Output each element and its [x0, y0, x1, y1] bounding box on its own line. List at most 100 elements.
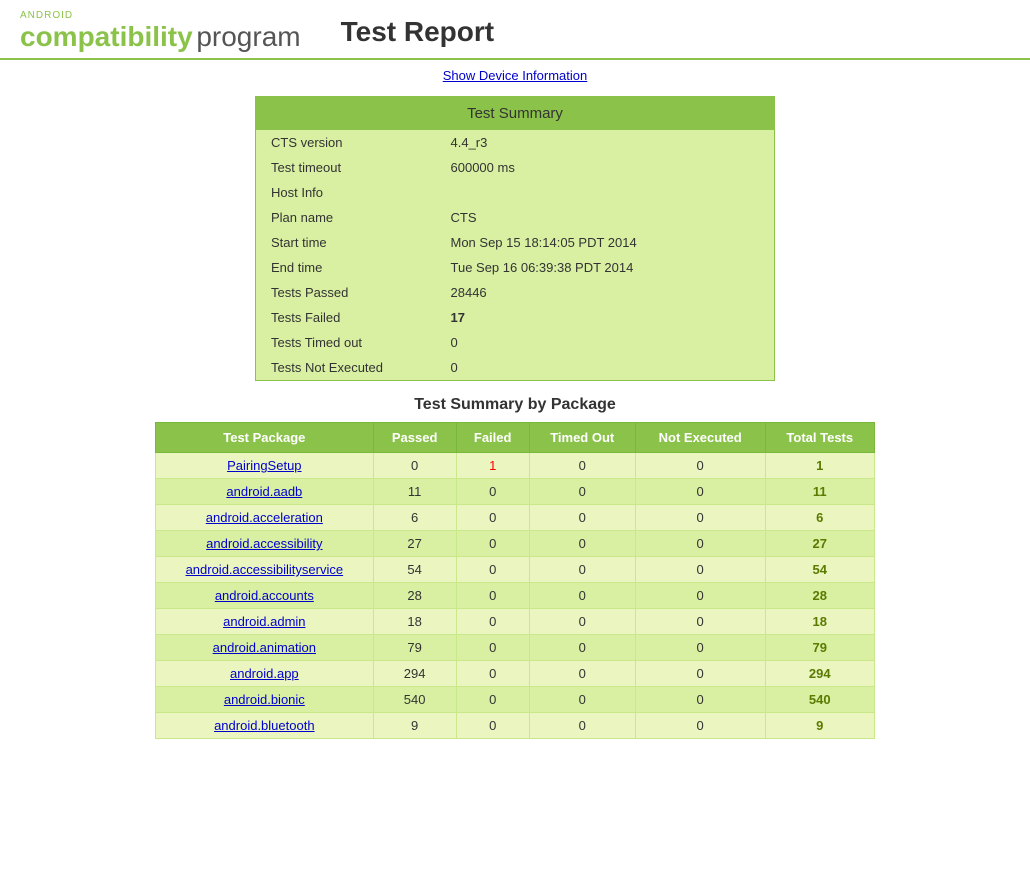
- pkg-timedout: 0: [529, 661, 635, 687]
- pkg-total: 27: [765, 531, 874, 557]
- pkg-notexec: 0: [635, 583, 765, 609]
- table-row: android.accessibilityservice5400054: [156, 557, 875, 583]
- pkg-total: 54: [765, 557, 874, 583]
- android-label: ANDROID: [20, 10, 301, 21]
- pkg-failed: 0: [456, 531, 529, 557]
- pkg-notexec: 0: [635, 609, 765, 635]
- summary-row: Tests Not Executed0: [256, 355, 775, 381]
- pkg-table-container: Test PackagePassedFailedTimed OutNot Exe…: [0, 422, 1030, 739]
- pkg-name[interactable]: android.accessibilityservice: [156, 557, 374, 583]
- pkg-col-header: Total Tests: [765, 423, 874, 453]
- pkg-name[interactable]: android.admin: [156, 609, 374, 635]
- summary-label: Tests Not Executed: [256, 355, 436, 381]
- summary-label: Plan name: [256, 205, 436, 230]
- page-title: Test Report: [341, 16, 495, 48]
- summary-value: CTS: [436, 205, 775, 230]
- pkg-passed: 28: [373, 583, 456, 609]
- summary-table: Test Summary CTS version4.4_r3Test timeo…: [255, 96, 775, 381]
- pkg-total: 1: [765, 453, 874, 479]
- pkg-timedout: 0: [529, 583, 635, 609]
- pkg-total: 18: [765, 609, 874, 635]
- pkg-failed: 0: [456, 609, 529, 635]
- pkg-col-header: Failed: [456, 423, 529, 453]
- pkg-notexec: 0: [635, 635, 765, 661]
- summary-row: Tests Failed17: [256, 305, 775, 330]
- pkg-notexec: 0: [635, 687, 765, 713]
- pkg-name[interactable]: android.bionic: [156, 687, 374, 713]
- summary-container: Test Summary CTS version4.4_r3Test timeo…: [0, 96, 1030, 381]
- table-row: android.accounts2800028: [156, 583, 875, 609]
- pkg-failed: 0: [456, 557, 529, 583]
- pkg-notexec: 0: [635, 661, 765, 687]
- pkg-timedout: 0: [529, 479, 635, 505]
- pkg-passed: 6: [373, 505, 456, 531]
- pkg-notexec: 0: [635, 453, 765, 479]
- pkg-name[interactable]: android.acceleration: [156, 505, 374, 531]
- logo-program: program: [196, 21, 300, 52]
- pkg-total: 294: [765, 661, 874, 687]
- summary-label: Test timeout: [256, 155, 436, 180]
- table-row: android.app294000294: [156, 661, 875, 687]
- pkg-total: 540: [765, 687, 874, 713]
- pkg-name[interactable]: android.accounts: [156, 583, 374, 609]
- summary-value: 0: [436, 355, 775, 381]
- pkg-total: 6: [765, 505, 874, 531]
- logo-compat: compatibility: [20, 21, 193, 52]
- summary-row: End timeTue Sep 16 06:39:38 PDT 2014: [256, 255, 775, 280]
- summary-value: [436, 180, 775, 205]
- summary-row: Plan nameCTS: [256, 205, 775, 230]
- pkg-name[interactable]: android.accessibility: [156, 531, 374, 557]
- summary-label: Tests Failed: [256, 305, 436, 330]
- pkg-notexec: 0: [635, 505, 765, 531]
- pkg-total: 11: [765, 479, 874, 505]
- pkg-name[interactable]: android.app: [156, 661, 374, 687]
- pkg-name[interactable]: android.bluetooth: [156, 713, 374, 739]
- pkg-failed: 0: [456, 479, 529, 505]
- table-row: android.admin1800018: [156, 609, 875, 635]
- pkg-col-header: Passed: [373, 423, 456, 453]
- pkg-timedout: 0: [529, 609, 635, 635]
- table-row: android.acceleration60006: [156, 505, 875, 531]
- pkg-failed: 0: [456, 713, 529, 739]
- summary-value: 600000 ms: [436, 155, 775, 180]
- header: ANDROID compatibility program Test Repor…: [0, 0, 1030, 60]
- pkg-notexec: 0: [635, 479, 765, 505]
- pkg-name[interactable]: android.aadb: [156, 479, 374, 505]
- pkg-name[interactable]: PairingSetup: [156, 453, 374, 479]
- pkg-name[interactable]: android.animation: [156, 635, 374, 661]
- pkg-timedout: 0: [529, 713, 635, 739]
- device-info-link[interactable]: Show Device Information: [443, 68, 588, 83]
- pkg-passed: 27: [373, 531, 456, 557]
- pkg-total: 28: [765, 583, 874, 609]
- summary-label: Tests Passed: [256, 280, 436, 305]
- pkg-passed: 18: [373, 609, 456, 635]
- pkg-passed: 9: [373, 713, 456, 739]
- summary-value: 28446: [436, 280, 775, 305]
- pkg-failed: 0: [456, 583, 529, 609]
- pkg-passed: 0: [373, 453, 456, 479]
- pkg-failed: 0: [456, 505, 529, 531]
- summary-value: 17: [436, 305, 775, 330]
- summary-value: 0: [436, 330, 775, 355]
- pkg-table: Test PackagePassedFailedTimed OutNot Exe…: [155, 422, 875, 739]
- pkg-notexec: 0: [635, 531, 765, 557]
- pkg-passed: 294: [373, 661, 456, 687]
- pkg-timedout: 0: [529, 635, 635, 661]
- pkg-failed: 0: [456, 687, 529, 713]
- summary-row: Start timeMon Sep 15 18:14:05 PDT 2014: [256, 230, 775, 255]
- pkg-timedout: 0: [529, 453, 635, 479]
- pkg-notexec: 0: [635, 557, 765, 583]
- summary-row: Test timeout600000 ms: [256, 155, 775, 180]
- summary-label: End time: [256, 255, 436, 280]
- pkg-total: 9: [765, 713, 874, 739]
- summary-value: Tue Sep 16 06:39:38 PDT 2014: [436, 255, 775, 280]
- summary-label: CTS version: [256, 130, 436, 155]
- table-row: android.bluetooth90009: [156, 713, 875, 739]
- pkg-timedout: 0: [529, 687, 635, 713]
- summary-value: 4.4_r3: [436, 130, 775, 155]
- summary-row: Tests Timed out0: [256, 330, 775, 355]
- pkg-failed: 1: [456, 453, 529, 479]
- pkg-failed: 0: [456, 635, 529, 661]
- table-row: android.bionic540000540: [156, 687, 875, 713]
- pkg-total: 79: [765, 635, 874, 661]
